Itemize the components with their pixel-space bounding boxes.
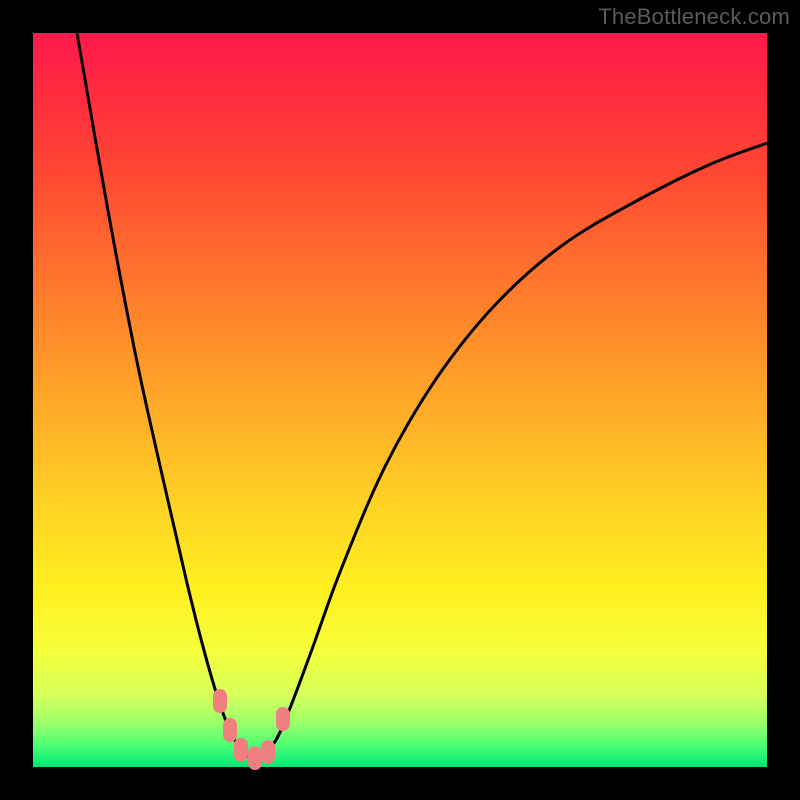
curve-marker (248, 746, 262, 770)
curve-marker (213, 689, 227, 713)
plot-area (33, 33, 767, 767)
bottleneck-curve (33, 33, 767, 767)
curve-marker (261, 740, 275, 764)
watermark-text: TheBottleneck.com (598, 4, 790, 30)
chart-frame: TheBottleneck.com (0, 0, 800, 800)
curve-marker (223, 718, 237, 742)
curve-marker (276, 707, 290, 731)
curve-path (77, 33, 767, 758)
curve-marker (234, 738, 248, 762)
